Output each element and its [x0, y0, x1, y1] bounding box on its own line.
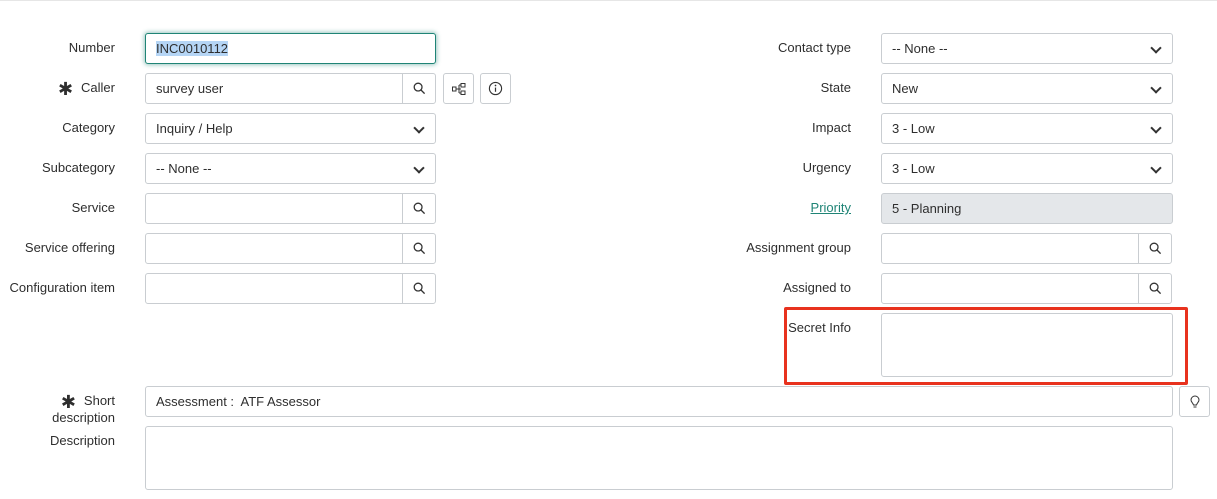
- assigned-to-label: Assigned to: [783, 280, 851, 295]
- number-value: INC0010112: [156, 41, 229, 56]
- search-icon: [413, 202, 426, 215]
- impact-label: Impact: [811, 120, 851, 135]
- required-asterisk-icon: ✱: [60, 391, 76, 412]
- priority-field: 5 - Planning: [881, 193, 1173, 224]
- search-icon: [1149, 242, 1162, 255]
- search-icon: [413, 242, 426, 255]
- service-search-button[interactable]: [402, 194, 435, 223]
- hierarchy-icon: [451, 82, 465, 95]
- lightbulb-icon: [1189, 394, 1200, 407]
- subcategory-select[interactable]: -- None --: [145, 153, 436, 184]
- suggestion-button[interactable]: [1179, 386, 1210, 417]
- assigned-to-search-button[interactable]: [1138, 274, 1171, 303]
- category-select[interactable]: Inquiry / Help: [145, 113, 436, 144]
- caller-label: ✱ Caller: [57, 78, 115, 99]
- number-label: Number: [68, 40, 115, 55]
- service-offering-field[interactable]: [145, 233, 436, 264]
- caller-hierarchy-button[interactable]: [443, 73, 474, 104]
- caller-search-button[interactable]: [402, 74, 435, 103]
- configuration-item-search-button[interactable]: [402, 274, 435, 303]
- contact-type-label: Contact type: [778, 40, 851, 55]
- caller-field[interactable]: survey user: [145, 73, 436, 104]
- service-field[interactable]: [145, 193, 436, 224]
- impact-select[interactable]: 3 - Low: [881, 113, 1173, 144]
- required-asterisk-icon: ✱: [57, 78, 74, 99]
- contact-type-select[interactable]: -- None --: [881, 33, 1173, 64]
- search-icon: [1149, 282, 1162, 295]
- number-field[interactable]: INC0010112: [145, 33, 436, 64]
- configuration-item-field[interactable]: [145, 273, 436, 304]
- service-label: Service: [71, 200, 115, 215]
- priority-label: Priority: [700, 200, 851, 216]
- category-label: Category: [62, 120, 115, 135]
- assigned-to-field[interactable]: [881, 273, 1172, 304]
- secret-info-textarea[interactable]: [881, 313, 1173, 377]
- short-description-label: ✱ Short description: [52, 391, 115, 425]
- service-offering-label: Service offering: [24, 240, 115, 255]
- state-select[interactable]: New: [881, 73, 1173, 104]
- state-label: State: [820, 80, 851, 95]
- assignment-group-label: Assignment group: [746, 240, 851, 255]
- info-icon: [488, 81, 503, 96]
- short-description-field[interactable]: Assessment : ATF Assessor: [145, 386, 1173, 417]
- subcategory-label: Subcategory: [42, 160, 115, 175]
- service-offering-search-button[interactable]: [402, 234, 435, 263]
- top-divider: [0, 0, 1217, 1]
- assignment-group-field[interactable]: [881, 233, 1172, 264]
- caller-info-button[interactable]: [480, 73, 511, 104]
- search-icon: [413, 82, 426, 95]
- description-label: Description: [49, 433, 115, 448]
- urgency-label: Urgency: [802, 160, 851, 175]
- description-textarea[interactable]: [145, 426, 1173, 490]
- urgency-select[interactable]: 3 - Low: [881, 153, 1173, 184]
- secret-info-label: Secret Info: [788, 320, 851, 335]
- search-icon: [413, 282, 426, 295]
- priority-link[interactable]: Priority: [811, 200, 851, 215]
- configuration-item-label: Configuration item: [9, 280, 116, 295]
- assignment-group-search-button[interactable]: [1138, 234, 1171, 263]
